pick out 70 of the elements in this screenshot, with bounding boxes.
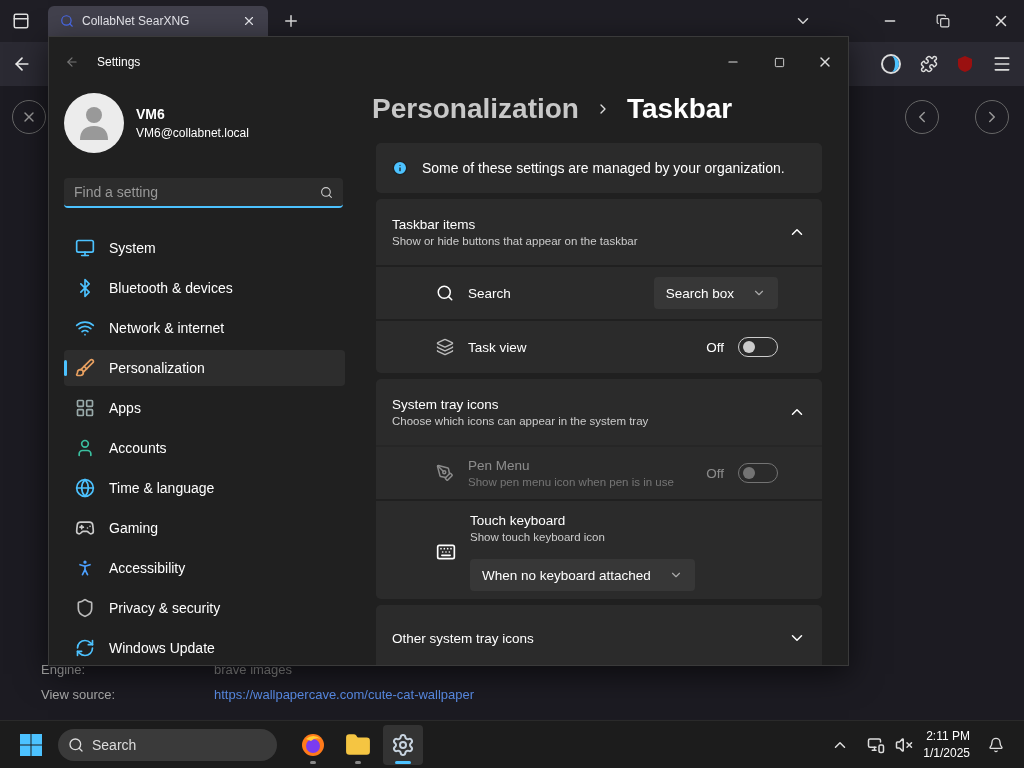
nav-item[interactable]: Gaming (64, 510, 345, 546)
menu-icon[interactable] (992, 54, 1012, 74)
setting-description: Show touch keyboard icon (470, 531, 606, 543)
clock[interactable]: 2:11 PM 1/1/2025 (923, 727, 970, 762)
section-description: Show or hide buttons that appear on the taskbar (392, 235, 638, 247)
folder-icon[interactable] (345, 731, 371, 758)
user-email: VM6@collabnet.local (136, 126, 249, 140)
breadcrumb-link[interactable]: Personalization (372, 93, 579, 125)
dropdown[interactable]: Search box (653, 277, 778, 309)
nav-item[interactable]: Accessibility (64, 550, 345, 586)
search-field[interactable]: Find a setting (64, 178, 343, 208)
avatar (64, 93, 124, 153)
toggle-state: Off (706, 339, 724, 355)
gamepad-icon (75, 518, 95, 538)
nav-item[interactable]: Accounts (64, 430, 345, 466)
section-title: System tray icons (392, 397, 500, 412)
taskbar-search[interactable]: Search (58, 728, 277, 761)
extensions-icon[interactable] (920, 55, 938, 73)
window-title: Settings (97, 55, 142, 69)
keyboard-icon (436, 542, 456, 562)
info-icon (392, 160, 408, 176)
start-icon[interactable] (20, 733, 42, 756)
source-link[interactable]: https://wallpapercave.com/cute-cat-wallpaper (214, 687, 1009, 702)
search-icon[interactable] (320, 186, 333, 199)
person-icon (75, 438, 95, 458)
nav-item[interactable]: Apps (64, 390, 345, 426)
volume-muted-icon[interactable] (895, 735, 914, 754)
dropdown[interactable]: When no keyboard attached (470, 559, 695, 591)
nav-item[interactable]: Windows Update (64, 630, 345, 665)
new-tab-icon[interactable] (282, 12, 300, 30)
setting-label: Search (468, 285, 512, 301)
search-icon (68, 736, 84, 753)
apps-grid-icon (75, 398, 95, 418)
pen-icon (436, 464, 454, 482)
section-description: Choose which icons can appear in the system tray (392, 415, 649, 427)
user-name: VM6 (136, 106, 166, 122)
page-title: Taskbar (626, 93, 733, 125)
search-icon (60, 14, 74, 28)
monitor-icon (75, 238, 95, 258)
maximize-icon (773, 56, 785, 68)
nav-item[interactable]: Time & language (64, 470, 345, 506)
toggle-state: Off (706, 465, 724, 481)
detail-label: Engine: (41, 662, 87, 677)
settings-icon[interactable] (391, 732, 415, 757)
section-title: Taskbar items (392, 217, 477, 232)
browser-tab[interactable]: CollabNet SearXNG (48, 6, 268, 36)
tab-list-icon[interactable] (12, 12, 30, 30)
restore-icon[interactable] (936, 14, 950, 28)
close-icon[interactable] (242, 14, 256, 28)
wifi-icon (75, 318, 95, 338)
nav-item[interactable]: Privacy & security (64, 590, 345, 626)
setting-description: Show pen menu icon when pen is in use (468, 476, 675, 488)
notice-text: Some of these settings are managed by your organization. (422, 160, 785, 176)
detail-value: brave images (214, 662, 294, 677)
notifications-icon[interactable] (988, 736, 1004, 753)
shield-icon (75, 598, 95, 618)
nav-item[interactable]: Bluetooth & devices (64, 270, 345, 306)
section-title: Other system tray icons (392, 630, 534, 646)
browser-icon[interactable] (301, 732, 325, 757)
update-icon (75, 638, 95, 658)
setting-label: Pen Menu (468, 458, 531, 473)
nav-item[interactable]: System (64, 230, 345, 266)
task-view-icon (436, 338, 454, 356)
setting-label: Touch keyboard (470, 513, 567, 528)
nav-item[interactable]: Network & internet (64, 310, 345, 346)
setting-label: Task view (468, 339, 528, 355)
search-icon (436, 284, 454, 302)
nav-item[interactable]: Personalization (64, 350, 345, 386)
detail-label: View source: (41, 687, 117, 702)
brush-icon (75, 358, 95, 378)
